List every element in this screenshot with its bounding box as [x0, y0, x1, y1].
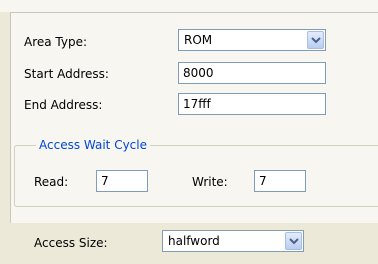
chevron-down-icon	[311, 37, 321, 44]
access-size-dropdown-button[interactable]	[285, 232, 302, 250]
access-size-value: halfword	[168, 234, 220, 248]
top-strip	[0, 0, 378, 12]
write-label: Write:	[192, 175, 228, 189]
end-address-input[interactable]: 17fff	[178, 93, 326, 115]
start-address-label: Start Address:	[24, 67, 109, 81]
area-type-label: Area Type:	[24, 35, 88, 49]
read-input[interactable]: 7	[96, 170, 148, 192]
read-label: Read:	[34, 175, 69, 189]
chevron-down-icon	[289, 238, 299, 245]
access-size-label: Access Size:	[34, 236, 108, 250]
end-address-label: End Address:	[24, 98, 103, 112]
access-wait-cycle-title: Access Wait Cycle	[36, 138, 150, 152]
area-type-value: ROM	[184, 33, 213, 47]
area-type-dropdown-button[interactable]	[307, 31, 324, 49]
start-address-input[interactable]: 8000	[178, 62, 326, 84]
write-input[interactable]: 7	[254, 170, 306, 192]
area-type-select[interactable]: ROM	[178, 29, 326, 51]
access-size-select[interactable]: halfword	[162, 230, 304, 252]
